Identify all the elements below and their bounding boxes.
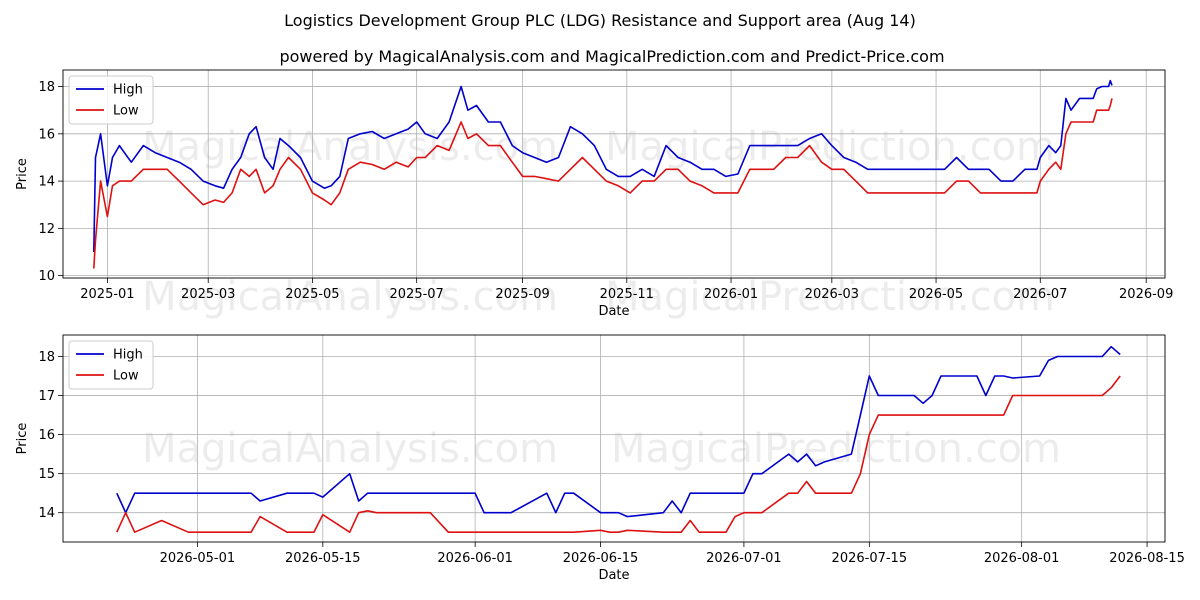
y-tick-label: 18 [38,80,55,95]
chart-canvas: Logistics Development Group PLC (LDG) Re… [15,11,1185,583]
legend-label-high: High [113,348,143,363]
legend-label-low: Low [113,369,139,384]
x-tick-label: 2026-01 [704,287,758,302]
legend: High Low [68,340,154,390]
legend: High Low [68,75,154,125]
y-axis-label: Price [15,158,30,190]
x-axis-label: Date [598,304,629,319]
y-tick-label: 18 [38,350,55,365]
x-axis-label: Date [598,568,629,583]
x-tick-label: 2026-05-01 [160,551,236,566]
x-tick-label: 2026-05 [909,287,963,302]
x-tick-label: 2026-05-15 [285,551,361,566]
x-tick-label: 2025-01 [80,287,134,302]
watermark-left-bottom: MagicalAnalysis.com [142,426,558,472]
x-tick-label: 2025-05 [285,287,339,302]
watermark-right-bottom: MagicalPrediction.com [611,426,1061,472]
chart-figure: Logistics Development Group PLC (LDG) Re… [0,0,1200,600]
y-axis-label: Price [15,423,30,455]
x-tick-label: 2026-08-15 [1109,551,1185,566]
y-tick-label: 14 [38,175,55,190]
y-tick-label: 14 [38,506,55,521]
x-tick-label: 2025-11 [600,287,654,302]
x-tick-label: 2026-07-01 [706,551,782,566]
x-tick-label: 2025-09 [495,287,549,302]
legend-label-high: High [113,83,143,98]
x-tick-label: 2026-07 [1013,287,1067,302]
x-tick-label: 2025-07 [390,287,444,302]
x-tick-label: 2026-06-01 [437,551,513,566]
x-tick-label: 2026-08-01 [984,551,1060,566]
x-tick-label: 2026-09 [1119,287,1173,302]
x-tick-label: 2026-06-15 [563,551,639,566]
legend-label-low: Low [113,104,139,119]
y-tick-label: 16 [38,428,55,443]
x-tick-label: 2026-07-15 [832,551,908,566]
chart-subtitle: powered by MagicalAnalysis.com and Magic… [279,47,944,66]
y-tick-label: 12 [38,222,55,237]
watermark-left-top: MagicalAnalysis.com [142,124,558,170]
y-tick-label: 15 [38,467,55,482]
y-tick-label: 10 [38,269,55,284]
x-tick-label: 2025-03 [181,287,235,302]
watermark-right-top: MagicalPrediction.com [605,124,1055,170]
y-tick-label: 16 [38,127,55,142]
chart-title: Logistics Development Group PLC (LDG) Re… [284,11,916,30]
y-tick-label: 17 [38,389,55,404]
x-tick-label: 2026-03 [805,287,859,302]
